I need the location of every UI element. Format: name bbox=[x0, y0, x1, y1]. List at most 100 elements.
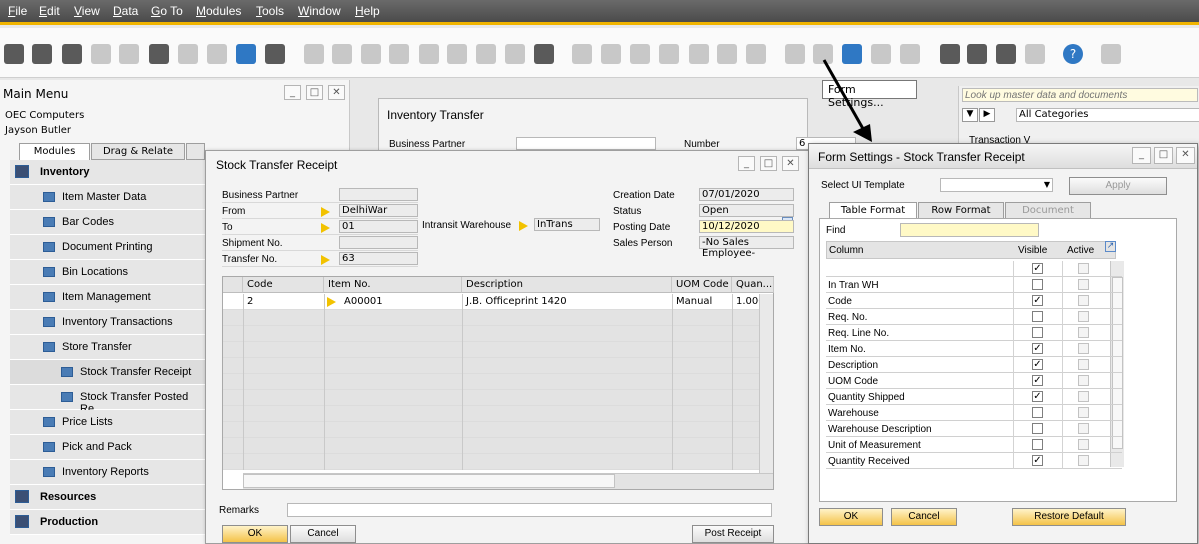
fs-col-header-visible[interactable]: Visible bbox=[1018, 245, 1047, 256]
active-checkbox[interactable] bbox=[1078, 279, 1089, 290]
active-checkbox[interactable] bbox=[1078, 311, 1089, 322]
search-input[interactable] bbox=[962, 88, 1198, 102]
menu-tools[interactable]: Tools bbox=[256, 4, 284, 18]
search-nav-right-button[interactable]: ▶ bbox=[979, 108, 995, 122]
visible-checkbox[interactable]: ✓ bbox=[1032, 343, 1043, 354]
sort-icon[interactable] bbox=[534, 44, 554, 64]
target-doc-icon[interactable] bbox=[659, 44, 679, 64]
str-right-value[interactable]: 07/01/2020 bbox=[699, 188, 794, 201]
table-row[interactable] bbox=[223, 438, 773, 454]
fs-column-row[interactable]: Quantity Shipped ✓ bbox=[826, 389, 1122, 405]
table-row[interactable] bbox=[223, 374, 773, 390]
link-arrow-icon[interactable] bbox=[321, 255, 330, 265]
grid-cell-description[interactable]: J.B. Officeprint 1420 bbox=[463, 294, 567, 310]
grid-col-code[interactable]: Code bbox=[243, 277, 324, 293]
search-category-select[interactable]: All Categories bbox=[1016, 108, 1199, 122]
pdf-icon[interactable] bbox=[207, 44, 227, 64]
gross-profit-icon[interactable] bbox=[689, 44, 709, 64]
sidebar-item-stock-transfer-posted-re[interactable]: Stock Transfer Posted Re bbox=[10, 385, 205, 415]
apply-button[interactable]: Apply bbox=[1069, 177, 1167, 195]
table-row[interactable] bbox=[223, 358, 773, 374]
mail-icon[interactable] bbox=[967, 44, 987, 64]
fs-col-header-column[interactable]: Column bbox=[829, 245, 863, 256]
visible-checkbox[interactable] bbox=[1032, 311, 1043, 322]
fs-column-row[interactable]: Unit of Measurement bbox=[826, 437, 1122, 453]
tab-extra[interactable] bbox=[186, 143, 205, 160]
grid-vertical-scrollbar[interactable] bbox=[759, 294, 773, 473]
active-checkbox[interactable] bbox=[1078, 263, 1089, 274]
menu-data[interactable]: Data bbox=[113, 4, 138, 18]
str-cancel-button[interactable]: Cancel bbox=[290, 525, 356, 543]
next-record-icon[interactable] bbox=[419, 44, 439, 64]
active-checkbox[interactable] bbox=[1078, 439, 1089, 450]
menu-view[interactable]: View bbox=[74, 4, 100, 18]
sms-icon[interactable] bbox=[119, 44, 139, 64]
table-row[interactable] bbox=[223, 342, 773, 358]
fs-column-row[interactable]: Warehouse Description bbox=[826, 421, 1122, 437]
find-icon[interactable] bbox=[304, 44, 324, 64]
table-row[interactable] bbox=[223, 310, 773, 326]
first-record-icon[interactable] bbox=[361, 44, 381, 64]
find-input[interactable] bbox=[900, 223, 1039, 237]
org-icon[interactable] bbox=[1025, 44, 1045, 64]
sidebar-item-bin-locations[interactable]: Bin Locations bbox=[10, 260, 205, 285]
table-row[interactable] bbox=[223, 422, 773, 438]
intransit-link-arrow-icon[interactable] bbox=[519, 221, 528, 231]
menu-help[interactable]: Help bbox=[355, 4, 380, 18]
lock-icon[interactable] bbox=[265, 44, 285, 64]
active-checkbox[interactable] bbox=[1078, 295, 1089, 306]
str-field-value[interactable] bbox=[339, 188, 418, 201]
grid-scroll-thumb[interactable] bbox=[243, 474, 615, 488]
visible-checkbox[interactable] bbox=[1032, 407, 1043, 418]
sidebar-item-pick-and-pack[interactable]: Pick and Pack bbox=[10, 435, 205, 460]
email-icon[interactable] bbox=[62, 44, 82, 64]
menu-edit[interactable]: Edit bbox=[39, 4, 60, 18]
intransit-warehouse-field[interactable]: InTrans bbox=[534, 218, 600, 231]
menu-modules[interactable]: Modules bbox=[196, 4, 241, 18]
str-maximize-button[interactable]: □ bbox=[760, 156, 777, 171]
main-menu-minimize-button[interactable]: _ bbox=[284, 85, 301, 100]
str-right-value[interactable]: -No Sales Employee- bbox=[699, 236, 794, 259]
tab-document[interactable]: Document bbox=[1005, 202, 1091, 219]
sidebar-item-bar-codes[interactable]: Bar Codes bbox=[10, 210, 205, 235]
calendar-tb-icon[interactable] bbox=[940, 44, 960, 64]
it-business-partner-field[interactable] bbox=[516, 137, 656, 150]
post-receipt-button[interactable]: Post Receipt bbox=[692, 525, 774, 543]
visible-checkbox[interactable] bbox=[1032, 279, 1043, 290]
active-checkbox[interactable] bbox=[1078, 343, 1089, 354]
report-icon[interactable] bbox=[996, 44, 1016, 64]
fs-column-row[interactable]: Item No. ✓ bbox=[826, 341, 1122, 357]
form-settings-icon[interactable] bbox=[813, 44, 833, 64]
grid-cell-item-no[interactable]: A00001 bbox=[341, 294, 383, 310]
msg-icon[interactable] bbox=[871, 44, 891, 64]
visible-checkbox[interactable] bbox=[1032, 439, 1043, 450]
sidebar-item-item-management[interactable]: Item Management bbox=[10, 285, 205, 310]
fs-column-row[interactable]: Warehouse bbox=[826, 405, 1122, 421]
active-checkbox[interactable] bbox=[1078, 391, 1089, 402]
fs-column-row[interactable]: In Tran WH bbox=[826, 277, 1122, 293]
prev-record-icon[interactable] bbox=[389, 44, 409, 64]
tab-drag-relate[interactable]: Drag & Relate bbox=[91, 143, 185, 160]
sidebar-item-store-transfer[interactable]: Store Transfer bbox=[10, 335, 205, 360]
fs-col-header-active[interactable]: Active bbox=[1067, 245, 1094, 256]
active-checkbox[interactable] bbox=[1078, 359, 1089, 370]
str-right-value[interactable]: 10/12/2020 bbox=[699, 220, 794, 233]
str-ok-button[interactable]: OK bbox=[222, 525, 288, 543]
fs-close-button[interactable]: ✕ bbox=[1176, 147, 1195, 164]
last-record-icon[interactable] bbox=[447, 44, 467, 64]
move-icon[interactable] bbox=[236, 44, 256, 64]
active-checkbox[interactable] bbox=[1078, 455, 1089, 466]
link-arrow-icon[interactable] bbox=[321, 207, 330, 217]
copy-icon[interactable] bbox=[572, 44, 592, 64]
fs-column-row[interactable]: Req. No. bbox=[826, 309, 1122, 325]
str-minimize-button[interactable]: _ bbox=[738, 156, 755, 171]
active-checkbox[interactable] bbox=[1078, 375, 1089, 386]
fs-maximize-button[interactable]: □ bbox=[1154, 147, 1173, 164]
visible-checkbox[interactable]: ✓ bbox=[1032, 359, 1043, 370]
table-row[interactable]: 2 A00001 J.B. Officeprint 1420 Manual 1.000 bbox=[223, 294, 773, 310]
sidebar-item-inventory-transactions[interactable]: Inventory Transactions bbox=[10, 310, 205, 335]
str-close-button[interactable]: ✕ bbox=[782, 156, 799, 171]
fs-column-row[interactable]: Code ✓ bbox=[826, 293, 1122, 309]
excel-icon[interactable] bbox=[149, 44, 169, 64]
visible-checkbox[interactable]: ✓ bbox=[1032, 455, 1043, 466]
